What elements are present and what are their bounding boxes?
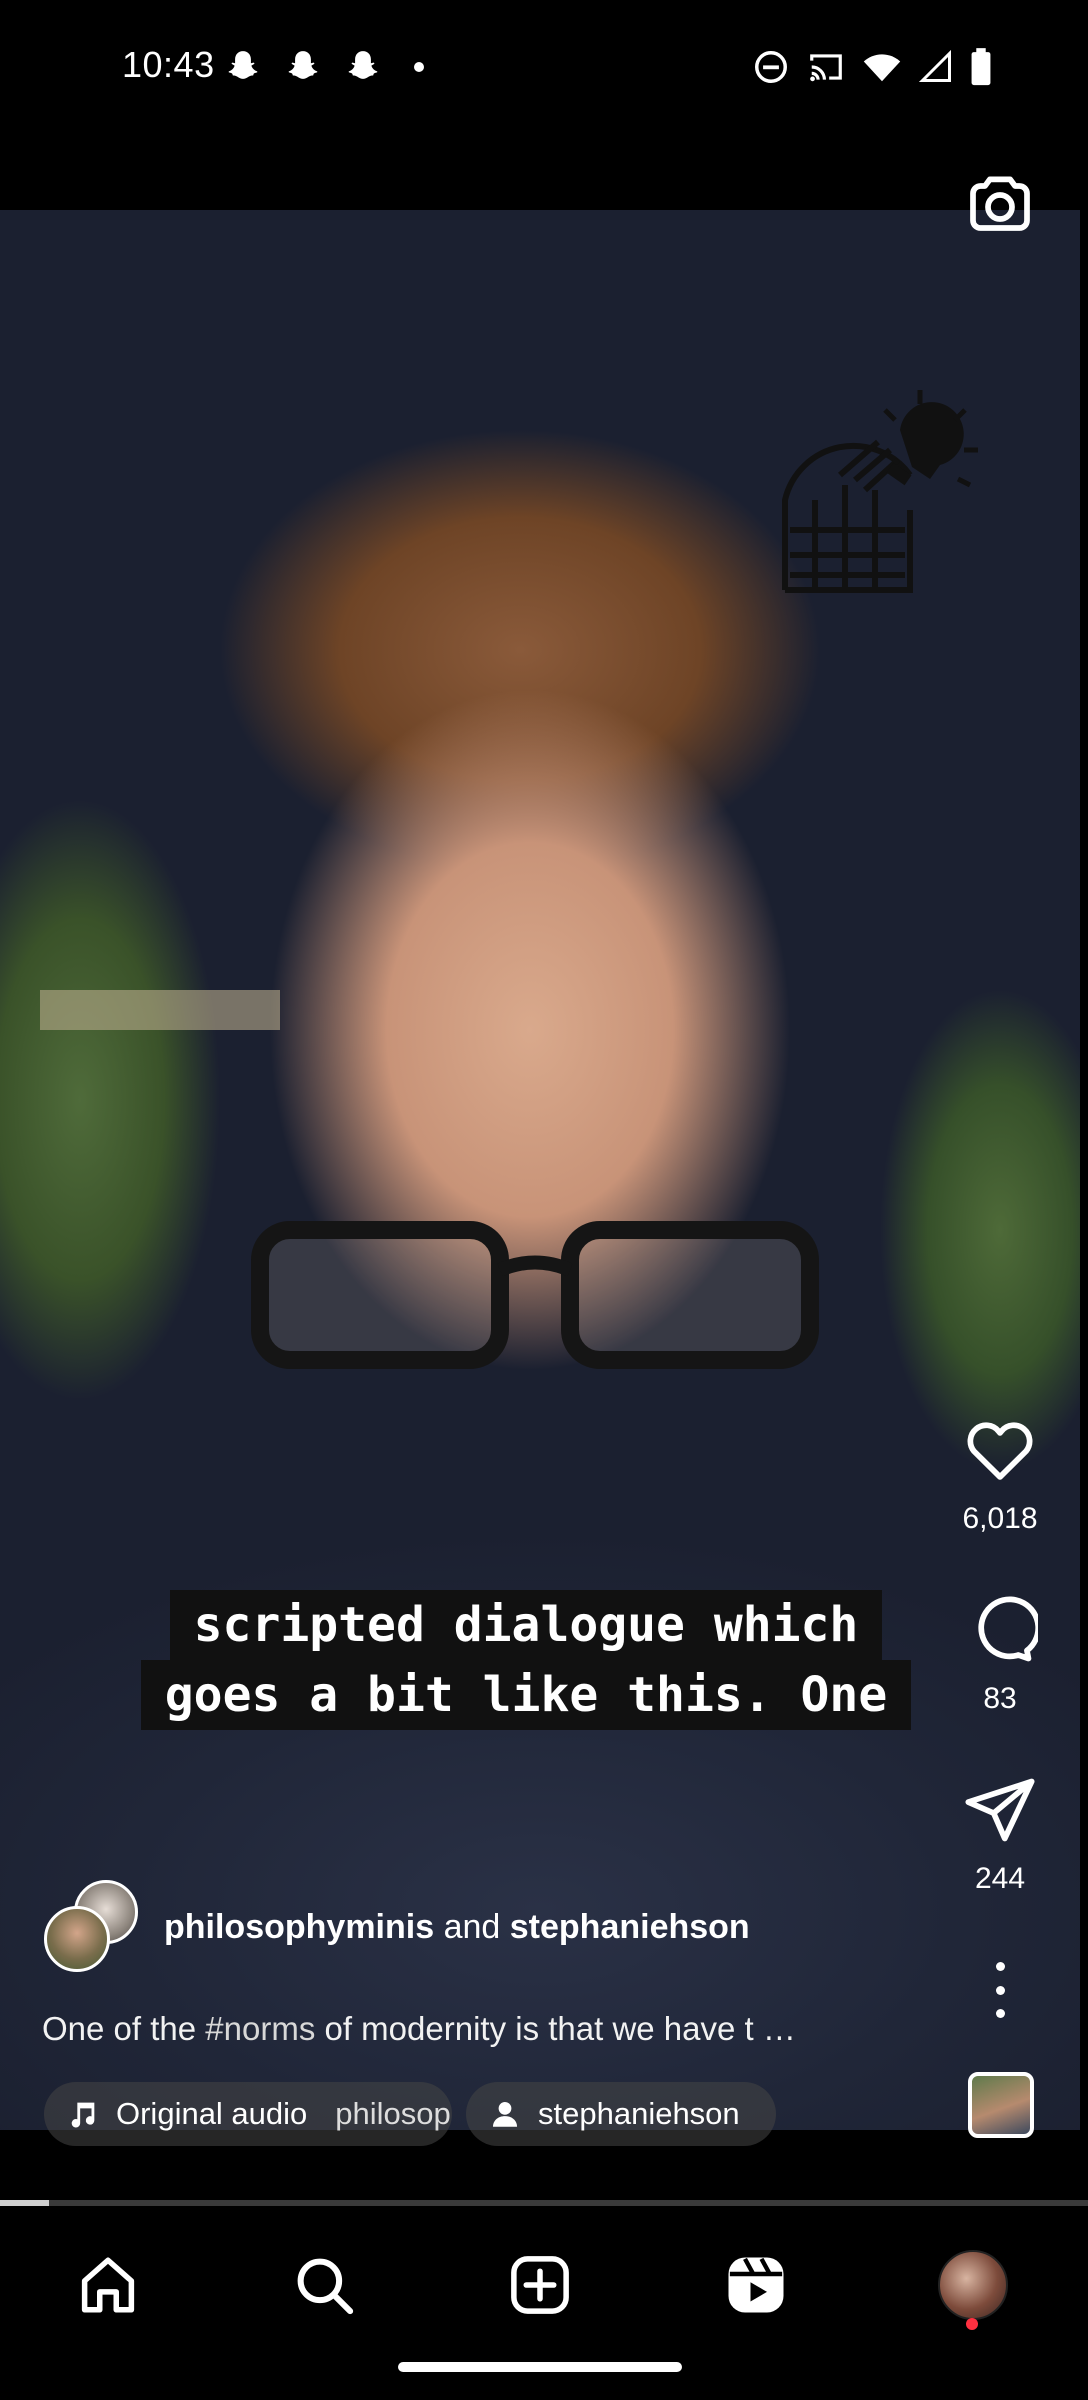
author-joiner: and <box>443 1908 501 1946</box>
snapchat-icon <box>228 51 258 79</box>
observatory-lightbulb-logo-icon <box>782 390 978 593</box>
caption-line: goes a bit like this. One <box>140 1660 912 1730</box>
nav-create[interactable] <box>500 2245 580 2325</box>
camera-icon[interactable] <box>964 168 1036 240</box>
post-caption[interactable]: One of the #norms of modernity is that w… <box>42 2010 796 2048</box>
audio-label: Original audio <box>116 2096 308 2131</box>
background-plants <box>0 800 260 1420</box>
audio-chip[interactable]: Original audio philosophyminis <box>44 2082 452 2146</box>
share-count: 244 <box>974 1862 1026 1895</box>
snapchat-icon <box>288 51 318 79</box>
notification-dot <box>966 2318 978 2330</box>
status-bar: 10:43 <box>0 0 1088 140</box>
comment-bubble-icon[interactable] <box>962 1592 1038 1668</box>
author-collab-link[interactable]: stephaniehson <box>510 1908 750 1946</box>
comment-count: 83 <box>983 1682 1017 1715</box>
caption-line: scripted dialogue which <box>169 1590 883 1660</box>
system-icons <box>752 48 992 86</box>
cast-icon <box>810 54 842 82</box>
notification-icons <box>224 48 424 86</box>
author-line: philosophyminis and stephaniehson <box>164 1908 750 1947</box>
wifi-icon <box>863 54 901 82</box>
battery-icon <box>971 48 991 86</box>
reels-icon[interactable] <box>723 2252 789 2318</box>
audio-thumbnail[interactable] <box>968 2072 1034 2138</box>
like-count: 6,018 <box>962 1502 1038 1535</box>
like-action[interactable]: 6,018 <box>940 1412 1060 1536</box>
share-action[interactable]: 244 <box>940 1772 1060 1896</box>
glasses <box>251 1221 819 1369</box>
music-note-icon <box>71 2102 95 2128</box>
nav-reels[interactable] <box>716 2245 796 2325</box>
caption-text: of modernity is that we have t … <box>315 2010 796 2047</box>
signal-icon <box>918 49 951 82</box>
paper-plane-icon[interactable] <box>962 1772 1038 1848</box>
bottom-nav <box>0 2215 1088 2335</box>
search-icon[interactable] <box>291 2252 357 2318</box>
hashtag-link[interactable]: #norms <box>205 2010 315 2047</box>
video-caption: scripted dialogue which goes a bit like … <box>140 1590 912 1730</box>
person-icon <box>492 2101 518 2127</box>
author-primary-link[interactable]: philosophyminis <box>164 1908 434 1946</box>
do-not-disturb-icon <box>755 51 787 83</box>
caption-text: One of the <box>42 2010 206 2047</box>
avatar[interactable] <box>44 1906 110 1972</box>
more-vertical-icon[interactable] <box>980 1962 1020 2018</box>
home-icon[interactable] <box>75 2252 141 2318</box>
nav-search[interactable] <box>284 2245 364 2325</box>
home-indicator[interactable] <box>398 2362 682 2372</box>
video-progress-fill <box>0 2200 49 2206</box>
comment-action[interactable]: 83 <box>940 1592 1060 1716</box>
audio-source: philosophyminis <box>335 2096 452 2131</box>
nav-home[interactable] <box>68 2245 148 2325</box>
profile-avatar[interactable] <box>938 2250 1008 2320</box>
tagged-user-chip[interactable]: stephaniehson <box>466 2082 776 2146</box>
dot-icon <box>414 62 424 72</box>
background-shelf <box>40 990 280 1030</box>
create-icon[interactable] <box>507 2252 573 2318</box>
video-progress-bar[interactable] <box>0 2200 1088 2206</box>
tagged-user-name: stephaniehson <box>538 2096 740 2131</box>
heart-icon[interactable] <box>962 1412 1038 1488</box>
nav-profile[interactable] <box>933 2245 1013 2325</box>
snapchat-icon <box>348 51 378 79</box>
status-time: 10:43 <box>122 44 215 85</box>
